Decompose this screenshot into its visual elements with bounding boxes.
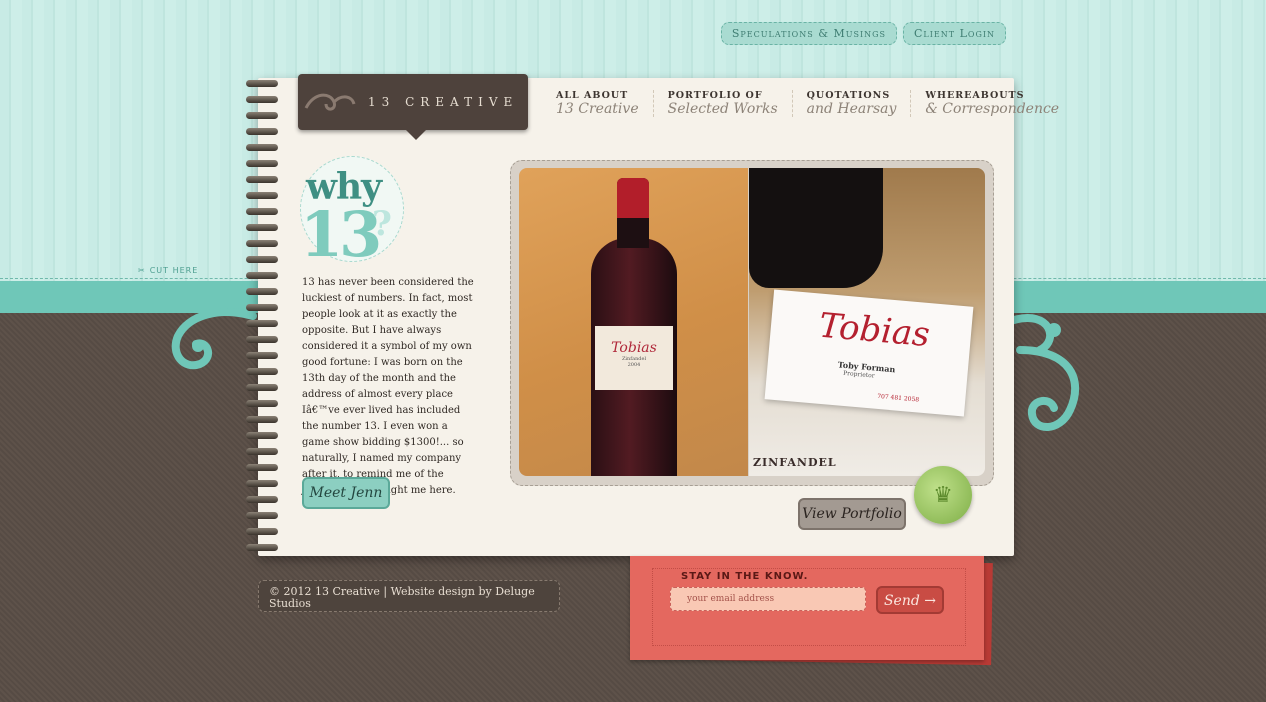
spiral-ring (246, 512, 278, 519)
zinfandel-text: ZINFANDEL (753, 456, 837, 469)
spiral-ring (246, 112, 278, 119)
cut-here-marker: ✂ cut here (138, 266, 198, 275)
nav-label-top: PORTFOLIO OF (667, 90, 763, 101)
spiral-ring (246, 480, 278, 487)
spiral-ring (246, 128, 278, 135)
spiral-ring (246, 368, 278, 375)
spiral-ring (246, 496, 278, 503)
nav-whereabouts[interactable]: WHEREABOUTS & Correspondence (911, 90, 1073, 117)
nav-quotations[interactable]: QUOTATIONS and Hearsay (793, 90, 912, 117)
spiral-ring (246, 336, 278, 343)
spiral-ring (246, 320, 278, 327)
spiral-ring (246, 464, 278, 471)
intro-text: 13 has never been considered the luckies… (302, 277, 474, 496)
crown-seal-icon: ♛ (914, 466, 972, 524)
nav-label-bottom: & Correspondence (925, 101, 1060, 117)
cut-here-label: cut here (149, 266, 199, 275)
left-swirl-ornament (171, 308, 257, 370)
nav-label-top: QUOTATIONS (806, 90, 891, 101)
spiral-ring (246, 208, 278, 215)
flourish-icon (304, 93, 356, 111)
spiral-ring (246, 176, 278, 183)
nav-all-about[interactable]: ALL ABOUT 13 Creative (542, 90, 654, 117)
nav-label-bottom: 13 Creative (556, 101, 639, 117)
spiral-ring (246, 288, 278, 295)
dark-bottle (749, 168, 883, 288)
spiral-ring (246, 432, 278, 439)
card-brand: Tobias (817, 305, 932, 356)
bottle-label: Tobias Zinfandel 2004 (595, 326, 673, 390)
logo[interactable]: 13 CREATIVE (298, 74, 528, 140)
business-card-photo: Tobias Toby Forman Proprietor 707 481 20… (749, 168, 985, 476)
spiral-ring (246, 528, 278, 535)
thirteen-heading: 13 (300, 198, 382, 271)
client-login-link[interactable]: Client Login (903, 22, 1006, 45)
spiral-binding (246, 80, 280, 554)
spiral-ring (246, 192, 278, 199)
nav-label-top: ALL ABOUT (556, 90, 629, 101)
spiral-ring (246, 144, 278, 151)
spiral-ring (246, 80, 278, 87)
spiral-ring (246, 96, 278, 103)
question-mark: ? (372, 204, 392, 244)
nav-label-bottom: and Hearsay (806, 101, 897, 117)
spiral-ring (246, 448, 278, 455)
speculations-musings-link[interactable]: Speculations & Musings (720, 22, 898, 45)
bottle-cap (617, 178, 649, 218)
spiral-ring (246, 160, 278, 167)
scissors-icon: ✂ (138, 266, 146, 275)
top-nav: Speculations & Musings Client Login (720, 22, 1006, 45)
spiral-ring (246, 256, 278, 263)
spiral-ring (246, 400, 278, 407)
spiral-ring (246, 352, 278, 359)
main-nav: ALL ABOUT 13 Creative PORTFOLIO OF Selec… (542, 90, 1073, 117)
nav-label-bottom: Selected Works (667, 101, 778, 117)
spiral-ring (246, 224, 278, 231)
newsletter-label: Stay in the know. (681, 571, 809, 582)
spiral-ring (246, 384, 278, 391)
email-input[interactable] (670, 587, 866, 611)
business-card: Tobias Toby Forman Proprietor 707 481 20… (764, 289, 974, 417)
spiral-ring (246, 240, 278, 247)
label-year: 2004 (627, 362, 641, 368)
view-portfolio-button[interactable]: View Portfolio (798, 498, 906, 530)
spiral-ring (246, 272, 278, 279)
footer-copyright: © 2012 13 Creative | Website design by D… (269, 585, 535, 610)
card-title: Proprietor (842, 369, 875, 380)
card-phone: 707 481 2058 (876, 392, 920, 404)
send-button[interactable]: Send → (876, 586, 944, 614)
nav-label-top: WHEREABOUTS (925, 90, 1025, 101)
meet-jenn-button[interactable]: Meet Jenn (302, 477, 390, 509)
nav-portfolio[interactable]: PORTFOLIO OF Selected Works (654, 90, 793, 117)
wine-bottle-photo: Tobias Zinfandel 2004 (519, 168, 748, 476)
spiral-ring (246, 304, 278, 311)
logo-text: 13 CREATIVE (368, 95, 519, 109)
right-swirl-ornament (1010, 314, 1080, 431)
label-brand: Tobias (611, 340, 657, 356)
spiral-ring (246, 544, 278, 551)
spiral-ring (246, 416, 278, 423)
